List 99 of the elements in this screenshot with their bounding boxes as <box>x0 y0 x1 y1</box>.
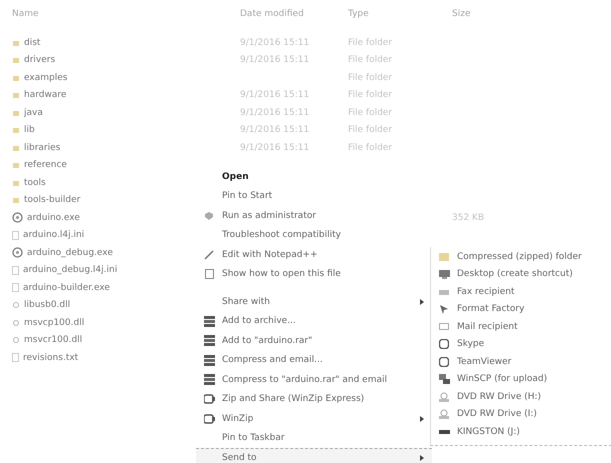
menu-item[interactable]: Edit with Notepad++ <box>196 245 432 264</box>
file-name[interactable]: hardware <box>24 90 66 100</box>
file-type: File folder <box>348 38 392 48</box>
file-name[interactable]: examples <box>24 72 68 83</box>
menu-item[interactable]: WinZip <box>196 409 432 428</box>
file-type: File folder <box>348 108 392 118</box>
menu-item[interactable]: Fax recipient <box>431 283 611 300</box>
date-modified: 9/1/2016 15:11 <box>240 108 310 118</box>
vise-icon <box>204 394 214 404</box>
computer-icon <box>438 374 450 384</box>
menu-item[interactable]: Pin to Taskbar <box>196 428 432 448</box>
file-type: File folder <box>348 55 392 66</box>
menu-item[interactable]: KINGSTON (J:) <box>431 423 611 440</box>
file-icon <box>12 353 19 362</box>
books-icon <box>204 335 214 346</box>
pen-icon <box>204 250 214 260</box>
menu-item[interactable]: Run as administrator <box>196 206 432 226</box>
monitor-icon <box>438 270 450 279</box>
menu-item[interactable]: Add to "arduino.rar" <box>196 331 432 350</box>
file-name[interactable]: libusb0.dll <box>24 300 70 310</box>
menu-item[interactable]: Format Factory <box>431 300 611 318</box>
menu-item[interactable]: Share with <box>196 292 432 312</box>
shield-icon <box>205 212 213 220</box>
file-type: File folder <box>348 72 392 83</box>
books-icon <box>204 316 214 327</box>
menu-item[interactable]: Mail recipient <box>431 318 611 336</box>
document-icon <box>204 269 214 280</box>
date-modified: 9/1/2016 15:11 <box>240 38 310 48</box>
file-size: 352 KB <box>452 212 484 223</box>
menu-item[interactable]: DVD RW Drive (H:) <box>431 388 611 406</box>
menu-item[interactable]: TeamViewer <box>431 353 611 370</box>
menu-item[interactable]: Zip and Share (WinZip Express) <box>196 390 432 409</box>
folder-icon <box>12 108 20 117</box>
file-name[interactable]: msvcr100.dll <box>24 335 82 346</box>
gear-icon <box>12 301 20 310</box>
file-name[interactable]: java <box>24 108 43 118</box>
file-name[interactable]: arduino_debug.l4j.ini <box>23 265 118 276</box>
menu-item[interactable]: Pin to Start <box>196 186 432 206</box>
folder-icon <box>12 161 20 170</box>
folder-icon <box>12 196 20 204</box>
folder-icon <box>12 74 20 82</box>
menu-item[interactable]: Send to <box>196 448 432 463</box>
arrow-icon <box>440 304 448 314</box>
vise-icon <box>204 414 214 424</box>
gear-icon <box>12 336 20 344</box>
folder-icon <box>439 252 449 262</box>
menu-item[interactable]: DVD RW Drive (I:) <box>431 406 611 423</box>
file-name[interactable]: arduino-builder.exe <box>23 282 110 293</box>
file-name[interactable]: arduino.l4j.ini <box>23 230 84 240</box>
submenu-arrow-icon <box>420 298 424 305</box>
file-type: File folder <box>348 125 392 136</box>
folder-icon <box>12 144 20 152</box>
file-type: File folder <box>348 142 392 153</box>
file-name[interactable]: lib <box>24 125 35 136</box>
date-modified: 9/1/2016 15:11 <box>240 125 310 136</box>
folder-icon <box>12 91 20 100</box>
menu-item[interactable]: WinSCP (for upload) <box>431 370 611 388</box>
menu-item[interactable]: Open <box>196 167 432 186</box>
date-modified: 9/1/2016 15:11 <box>240 55 310 66</box>
menu-item[interactable]: Show how to open this file <box>196 264 432 284</box>
folder-icon <box>12 56 20 64</box>
fax-icon <box>439 288 449 296</box>
file-name[interactable]: tools-builder <box>24 195 80 206</box>
books-icon <box>204 374 214 386</box>
app-icon <box>439 339 449 350</box>
gear-icon <box>12 212 23 224</box>
usb-drive-icon <box>438 430 450 434</box>
gear-icon <box>12 318 20 327</box>
menu-item[interactable]: Compressed (zipped) folder <box>431 248 611 266</box>
file-name[interactable]: tools <box>24 178 46 188</box>
disc-drive-icon <box>439 409 449 420</box>
envelope-icon <box>439 323 449 330</box>
menu-item[interactable]: Troubleshoot compatibility <box>196 226 432 245</box>
menu-item[interactable]: Skype <box>431 336 611 353</box>
file-name[interactable]: dist <box>24 38 40 48</box>
file-name[interactable]: drivers <box>24 55 56 66</box>
file-icon <box>12 230 19 240</box>
menu-item[interactable]: Add to archive... <box>196 312 432 331</box>
date-modified: 9/1/2016 15:11 <box>240 90 310 100</box>
disc-drive-icon <box>439 392 449 402</box>
books-icon <box>204 354 214 366</box>
folder-icon <box>12 178 20 187</box>
file-name[interactable]: reference <box>24 160 67 170</box>
menu-item[interactable]: Desktop (create shortcut) <box>431 266 611 283</box>
file-type: File folder <box>348 90 392 100</box>
file-name[interactable]: revisions.txt <box>23 352 78 363</box>
submenu-arrow-icon <box>420 416 424 422</box>
gear-icon <box>12 247 23 258</box>
date-modified: 9/1/2016 15:11 <box>240 142 310 153</box>
file-name[interactable]: msvcp100.dll <box>24 318 84 328</box>
file-name[interactable]: libraries <box>24 142 60 153</box>
submenu-arrow-icon <box>420 454 424 461</box>
folder-icon <box>12 38 20 47</box>
menu-item[interactable]: Compress to "arduino.rar" and email <box>196 370 432 390</box>
app-icon <box>439 356 449 367</box>
menu-item[interactable]: Compress and email... <box>196 350 432 370</box>
file-name[interactable]: arduino_debug.exe <box>27 248 113 258</box>
file-name[interactable]: arduino.exe <box>27 212 80 223</box>
folder-icon <box>12 126 20 134</box>
